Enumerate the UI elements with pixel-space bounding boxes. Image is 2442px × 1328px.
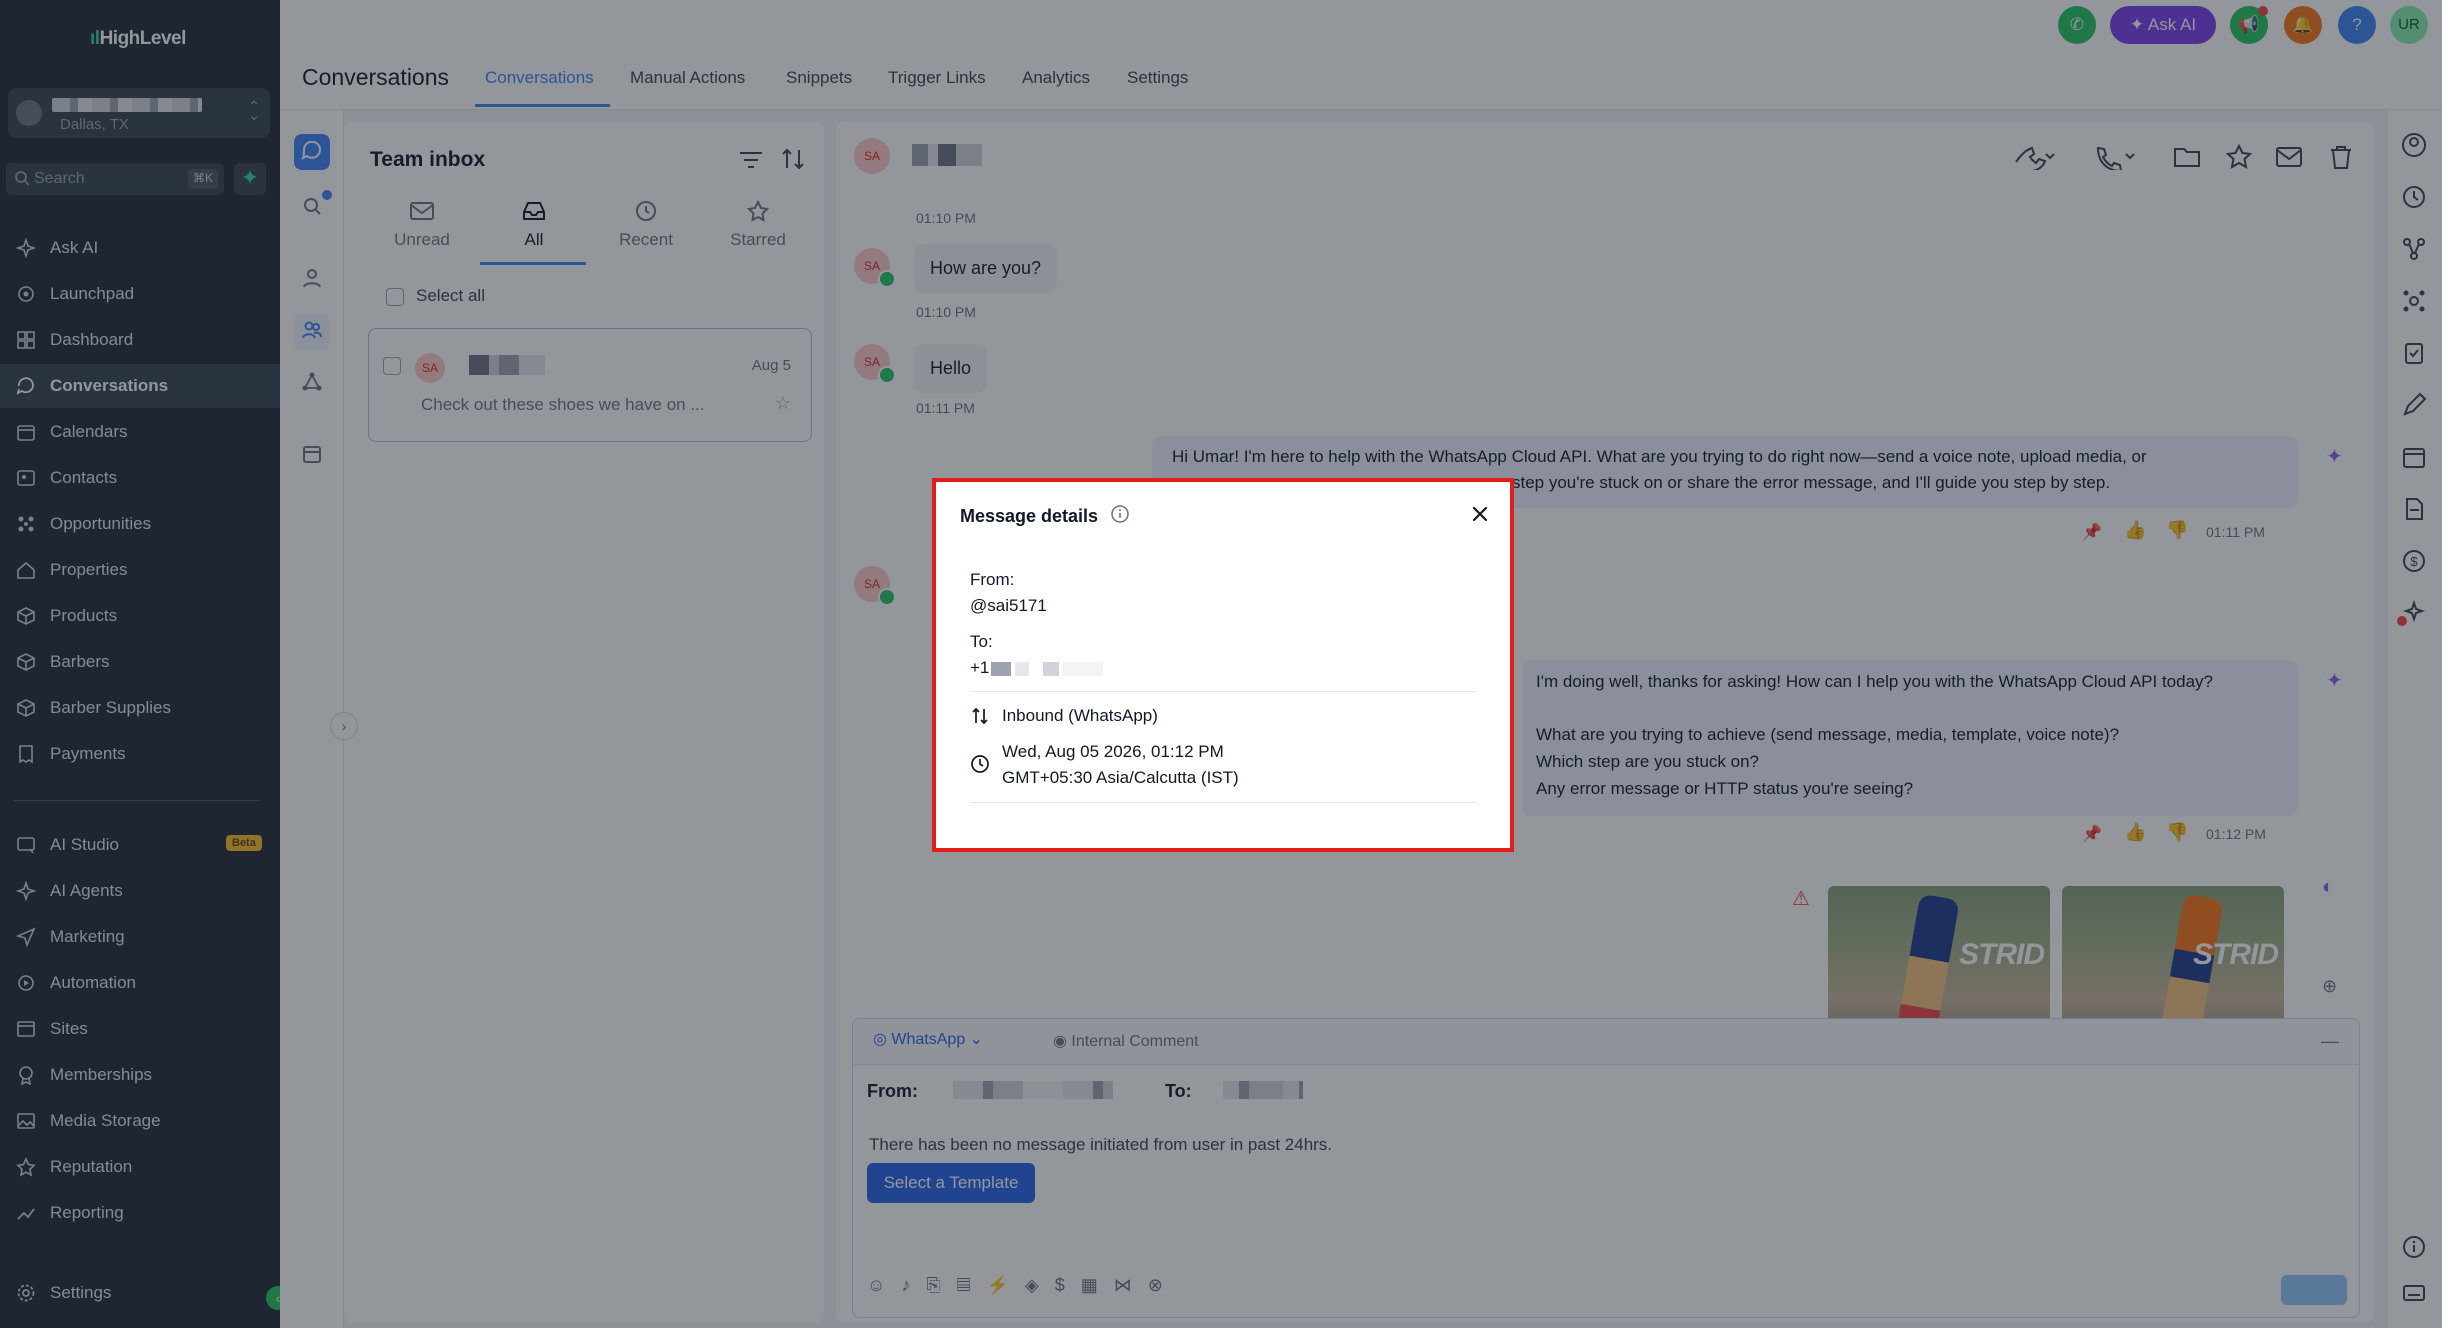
info-icon[interactable]	[1110, 504, 1130, 524]
modal-title: Message details	[960, 506, 1099, 526]
message-direction: Inbound (WhatsApp)	[1002, 706, 1158, 725]
to-value: +1	[970, 658, 1105, 678]
from-label: From:	[970, 570, 1015, 589]
redacted-digits	[1063, 661, 1104, 676]
app-page: ılHighLevel Dallas, TX ⌃ ⌄ Search ⌘K ✦ As…	[0, 0, 2442, 1328]
close-icon[interactable]	[1470, 504, 1490, 524]
to-prefix: +1	[970, 658, 990, 677]
message-datetime: Wed, Aug 05 2026, 01:12 PM	[1002, 742, 1224, 761]
redacted-digits	[991, 661, 1012, 676]
clock-icon	[970, 754, 990, 774]
redacted-digits	[1015, 661, 1030, 676]
modal-divider	[970, 691, 1476, 692]
message-timezone: GMT+05:30 Asia/Calcutta (IST)	[1002, 768, 1239, 787]
from-value: @sai5171	[970, 596, 1047, 615]
modal-divider	[970, 802, 1476, 803]
to-label: To:	[970, 632, 993, 651]
arrows-updown-icon	[970, 706, 990, 726]
redacted-digits	[1043, 661, 1060, 676]
message-details-modal: Message details From: @sai5171 To: +1 In…	[932, 478, 1514, 852]
